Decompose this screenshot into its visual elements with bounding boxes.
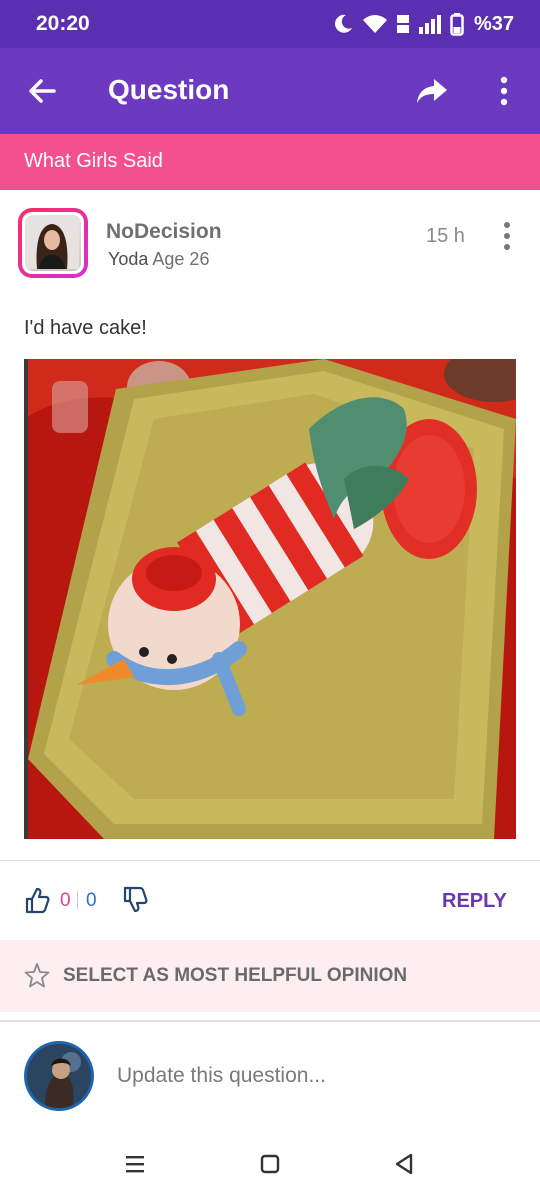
author-level: Yoda — [108, 249, 149, 269]
status-bar: 20:20 %37 — [0, 0, 540, 48]
post-image[interactable] — [24, 359, 516, 839]
thumbs-down-icon[interactable] — [122, 886, 148, 914]
avatar-portrait — [25, 215, 79, 269]
user-avatar-art — [27, 1044, 91, 1108]
status-icons: %37 — [332, 10, 514, 38]
like-count: 0 — [60, 890, 71, 911]
battery-icon — [450, 13, 464, 36]
status-time: 20:20 — [36, 12, 90, 35]
wifi-icon — [362, 15, 387, 33]
volte-icon — [396, 15, 409, 33]
cake-photo — [24, 359, 516, 839]
app-bar: Question — [0, 48, 540, 134]
battery-percent: %37 — [473, 12, 514, 35]
count-separator — [77, 891, 78, 909]
reply-button[interactable]: REPLY — [442, 890, 507, 913]
signal-icon — [418, 15, 441, 34]
section-title: What Girls Said — [24, 150, 163, 172]
nav-back-icon[interactable] — [394, 1152, 414, 1176]
author-name[interactable]: NoDecision — [106, 220, 222, 244]
back-arrow-icon[interactable] — [24, 73, 60, 109]
share-icon[interactable] — [414, 76, 450, 106]
author-age: Age 26 — [152, 249, 210, 269]
most-helpful-label[interactable]: SELECT AS MOST HELPFUL OPINION — [63, 965, 407, 987]
user-avatar-photo — [27, 1044, 91, 1108]
avatar-inner — [22, 212, 84, 274]
divider — [0, 860, 540, 861]
recents-icon[interactable] — [125, 1155, 145, 1173]
author-avatar[interactable] — [18, 208, 88, 278]
divider — [0, 1020, 540, 1022]
moon-icon — [335, 14, 352, 33]
post-more-icon[interactable] — [500, 220, 514, 252]
update-question-input[interactable]: Update this question... — [117, 1064, 326, 1088]
star-icon[interactable] — [24, 962, 50, 988]
author-meta: Yoda Age 26 — [108, 249, 209, 270]
home-icon[interactable] — [260, 1154, 280, 1174]
post-text: I'd have cake! — [24, 317, 147, 339]
post-time: 15 h — [426, 225, 465, 247]
avatar-photo — [25, 215, 81, 271]
user-avatar[interactable] — [24, 1041, 94, 1111]
thumbs-up-icon[interactable] — [24, 886, 50, 914]
more-vert-icon[interactable] — [492, 74, 516, 108]
section-banner: What Girls Said — [0, 134, 540, 190]
dislike-count: 0 — [86, 890, 97, 911]
page-title: Question — [108, 74, 230, 105]
